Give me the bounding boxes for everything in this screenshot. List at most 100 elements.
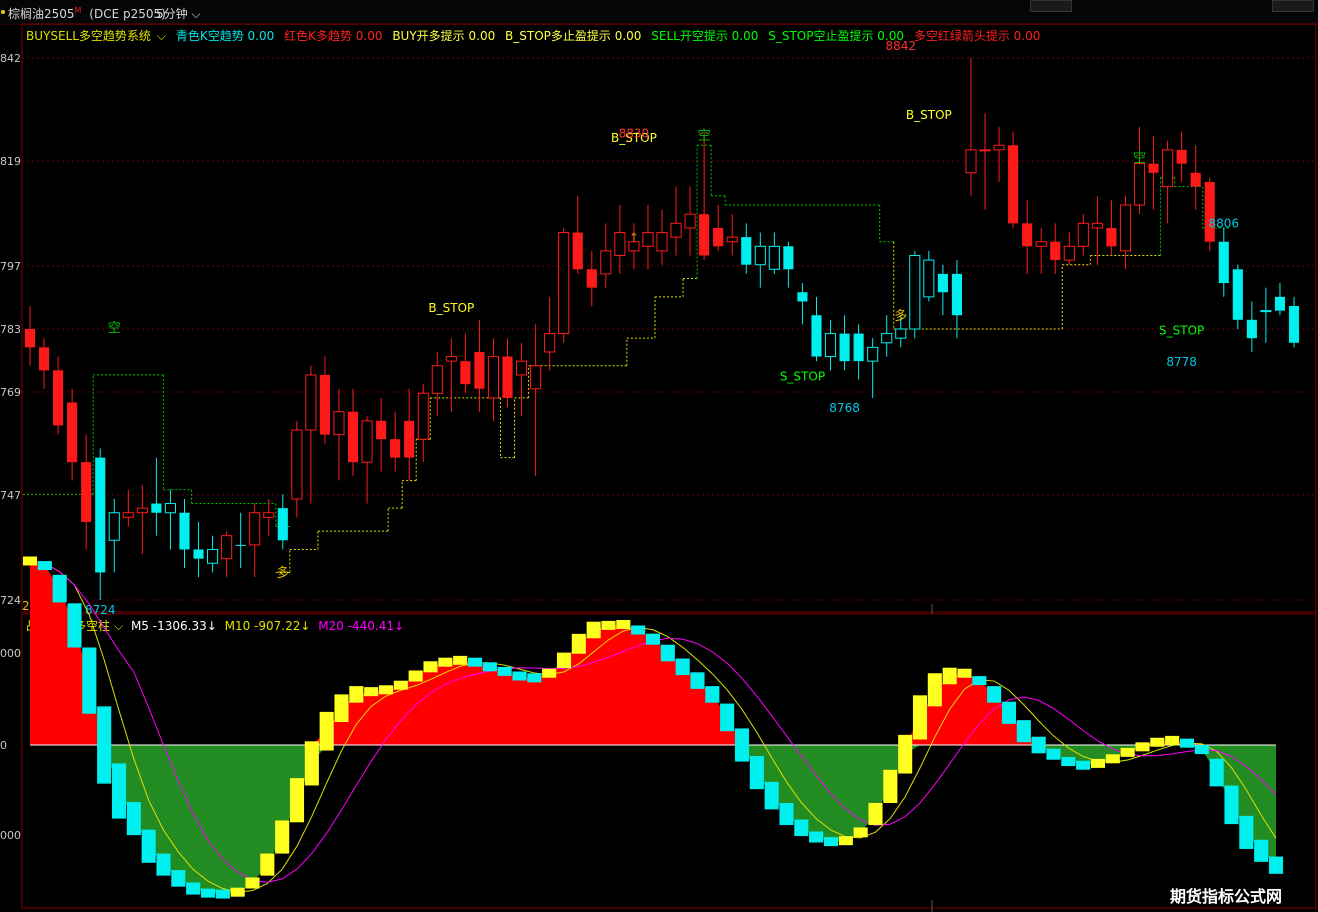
m5-block [942, 667, 957, 685]
m5-block [97, 706, 112, 784]
m5-block [1165, 735, 1180, 745]
candle-body [895, 328, 907, 339]
m5-block [927, 673, 942, 707]
m5-block [1254, 839, 1269, 862]
m5-block [1120, 747, 1135, 757]
candle-body [1077, 222, 1089, 247]
candle-body [1008, 145, 1019, 224]
m5-block [527, 673, 542, 683]
candle-body [164, 503, 177, 514]
candle-body [713, 227, 724, 247]
high-price-label: 8830 [619, 126, 650, 140]
m5-block [319, 711, 334, 751]
m5-block [67, 603, 82, 648]
m5-block [749, 756, 764, 790]
candle-body [193, 549, 204, 559]
m5-block [52, 574, 67, 603]
m5-block [304, 741, 319, 786]
m5-block [1150, 737, 1165, 747]
candle-body [24, 329, 36, 348]
m5-block [260, 853, 275, 876]
m5-block [838, 836, 853, 846]
candle-body [670, 222, 682, 238]
candle-body [460, 361, 471, 385]
candle-body [108, 512, 120, 541]
candle-body [53, 370, 64, 426]
candle-body [600, 250, 612, 275]
m5-block [393, 680, 408, 690]
candle-body [768, 245, 780, 270]
candle-body [1050, 241, 1061, 261]
candle-body [699, 214, 710, 256]
candle-body [1022, 223, 1033, 247]
main-panel-frame [21, 23, 1317, 613]
candle-body [1162, 149, 1174, 188]
m5-block [37, 561, 52, 571]
candle-body [277, 508, 288, 541]
long-signal-marker: 多 [276, 565, 289, 581]
m5-block [438, 657, 453, 667]
candle-body [81, 462, 92, 522]
m5-block [82, 647, 97, 714]
m5-block [1061, 757, 1076, 767]
candle-body [390, 439, 401, 458]
candle-body [515, 360, 528, 376]
m5-block [1016, 720, 1031, 743]
candle-body [179, 512, 190, 550]
chart-canvas[interactable]: 8428197977837697477248724空多B_STOPB_STOP8… [0, 0, 1318, 912]
y-tick-label: 797 [0, 260, 21, 273]
candle-body [221, 535, 233, 560]
candle-body [1148, 163, 1159, 173]
candle-body [937, 273, 948, 293]
candle-body [1232, 269, 1243, 320]
m5-block [1105, 754, 1120, 764]
m5-block [200, 888, 216, 898]
candle-body [1119, 204, 1132, 252]
price-label: 8806 [1209, 216, 1240, 230]
m5-block [245, 877, 260, 889]
m5-block [898, 734, 913, 774]
candle-body [1190, 172, 1201, 187]
high-price-label: 8842 [885, 39, 916, 53]
m5-block [1179, 738, 1195, 748]
candle-body [923, 259, 935, 298]
candle-body [474, 351, 485, 389]
m5-block [690, 672, 705, 689]
m5-block [1268, 856, 1284, 874]
candle-body [404, 420, 415, 458]
m5-block [1135, 742, 1150, 752]
m5-block [556, 652, 572, 669]
candle-body [797, 292, 808, 302]
m5-block [1046, 748, 1061, 760]
candle-body [333, 411, 345, 436]
m5-block [186, 882, 201, 895]
candle-body [1204, 182, 1215, 242]
m5-block [987, 686, 1002, 703]
m5-block [571, 633, 586, 654]
m5-block [616, 619, 631, 629]
m5-block [1194, 745, 1209, 755]
candle-body [754, 245, 766, 266]
candle-body [1133, 163, 1146, 206]
m5-block [126, 802, 141, 836]
candle-body [614, 232, 626, 257]
candle-body [684, 213, 696, 229]
m5-block [705, 686, 720, 703]
candle-body [502, 356, 513, 398]
m5-block [378, 685, 394, 695]
candle-body [993, 144, 1005, 151]
candle-body [305, 374, 317, 431]
candle-body [1260, 310, 1272, 313]
m5-block [275, 820, 290, 854]
m5-block [957, 668, 972, 678]
m5-block [512, 671, 527, 681]
sub-y-tick-label: 0 [0, 739, 7, 752]
m5-block [720, 703, 735, 732]
candle-body [783, 246, 794, 270]
m5-block [349, 686, 364, 703]
m5-block [22, 556, 38, 566]
m5-block [645, 633, 661, 645]
candle-body [909, 255, 921, 330]
candle-body [1106, 227, 1117, 247]
candle-body [38, 347, 50, 371]
